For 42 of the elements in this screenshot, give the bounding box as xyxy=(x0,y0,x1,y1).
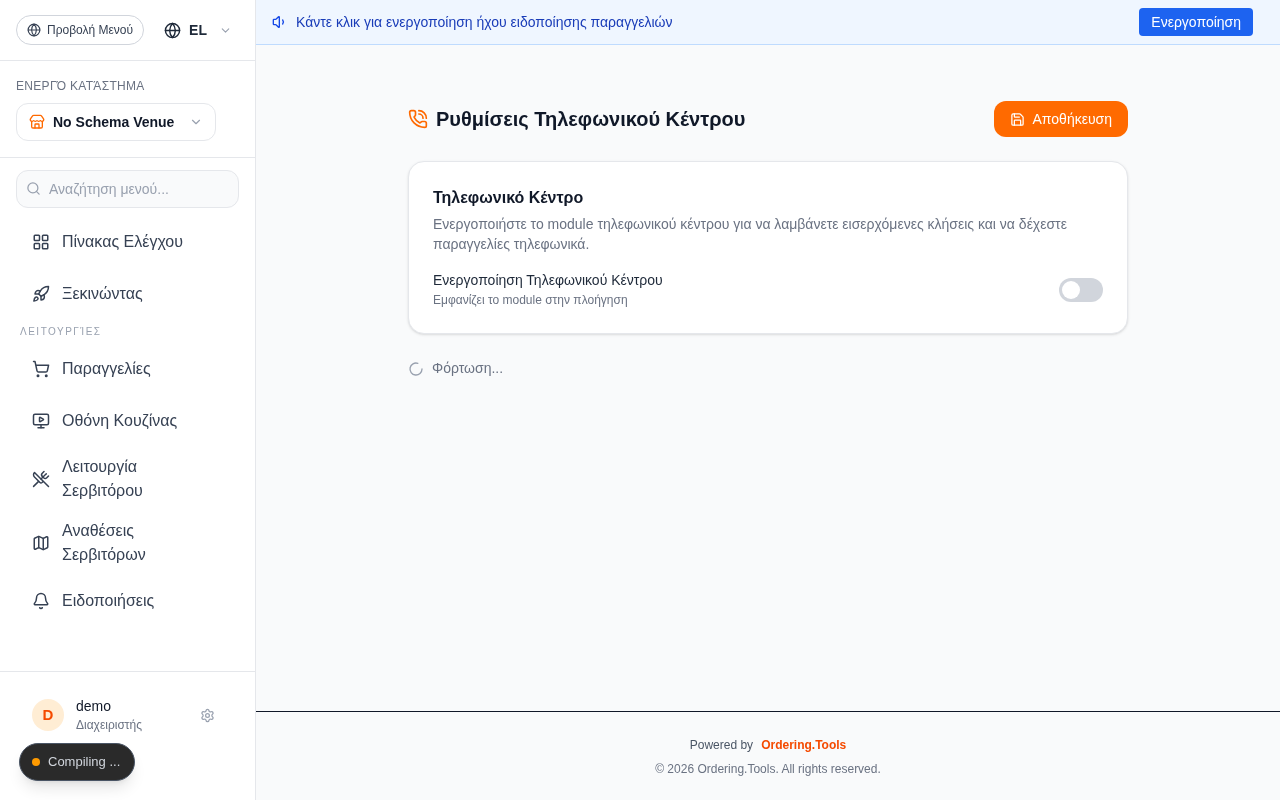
nav-item[interactable]: Παραγγελίες xyxy=(16,343,239,395)
map-icon xyxy=(32,534,50,552)
nav-item[interactable]: Αναθέσεις Σερβιτόρων xyxy=(16,511,239,575)
spinner-icon xyxy=(408,360,424,377)
user-avatar: D xyxy=(32,699,64,731)
bell-icon xyxy=(32,592,50,610)
powered-by-text: Powered by xyxy=(689,737,754,754)
store-icon xyxy=(29,114,45,130)
search-field[interactable]: Αναζήτηση μενού... xyxy=(16,170,239,208)
nav-item[interactable]: Πίνακας Ελέγχου xyxy=(16,216,239,268)
page-title: Ρυθμίσεις Τηλεφωνικού Κέντρου xyxy=(436,107,746,132)
globe-icon xyxy=(164,21,182,39)
venue-label: ΕΝΕΡΓΌ ΚΑΤΆΣΤΗΜΑ xyxy=(16,78,146,95)
rocket-icon xyxy=(32,285,50,303)
card-description: Ενεργοποιήστε το module τηλεφωνικού κέντρου για να λαμβάνετε εισερχόμενες κλήσεις και να δέχεστε παραγγελίες τηλεφωνικά. xyxy=(433,215,1068,254)
search-icon xyxy=(26,181,41,196)
user-role: Διαχειριστής xyxy=(76,717,143,734)
cart-icon xyxy=(32,360,50,378)
nav-item[interactable]: Ξεκινώντας xyxy=(16,268,239,320)
enable-button[interactable]: Ενεργοποίηση xyxy=(1139,8,1253,36)
card-title: Τηλεφωνικό Κέντρο xyxy=(433,188,585,208)
venue-selector[interactable]: No Schema Venue xyxy=(16,103,216,141)
utensils-icon xyxy=(32,470,50,488)
setting-label: Ενεργοποίηση Τηλεφωνικού Κέντρου xyxy=(433,271,663,290)
save-icon xyxy=(1009,111,1025,127)
setting-hint: Εμφανίζει το module στην πλοήγηση xyxy=(433,292,629,309)
monitor-icon xyxy=(32,412,50,430)
settings-icon[interactable] xyxy=(200,707,215,723)
loading-text: Φόρτωση... xyxy=(432,359,504,378)
language-selector[interactable]: EL xyxy=(164,19,232,41)
section-heading: ΛΕΙΤΟΥΡΓΊΕΣ xyxy=(19,325,103,339)
phone-icon xyxy=(408,109,428,129)
user-name: demo xyxy=(76,697,113,716)
nav-item[interactable]: Οθόνη Κουζίνας xyxy=(16,395,239,447)
toggle-switch[interactable] xyxy=(1059,277,1103,302)
globe-icon xyxy=(27,23,41,37)
grid-icon xyxy=(32,233,50,251)
banner-text: Κάντε κλικ για ενεργοποίηση ήχου ειδοποίησης παραγγελιών xyxy=(296,12,673,32)
copyright-text: © 2026 Ordering.Tools. All rights reserved. xyxy=(655,761,881,778)
nav-item[interactable]: Ειδοποιήσεις xyxy=(16,575,239,627)
toast-text: Compiling ... xyxy=(48,753,121,772)
nav-item[interactable]: Λειτουργία Σερβιτόρου xyxy=(16,447,239,511)
